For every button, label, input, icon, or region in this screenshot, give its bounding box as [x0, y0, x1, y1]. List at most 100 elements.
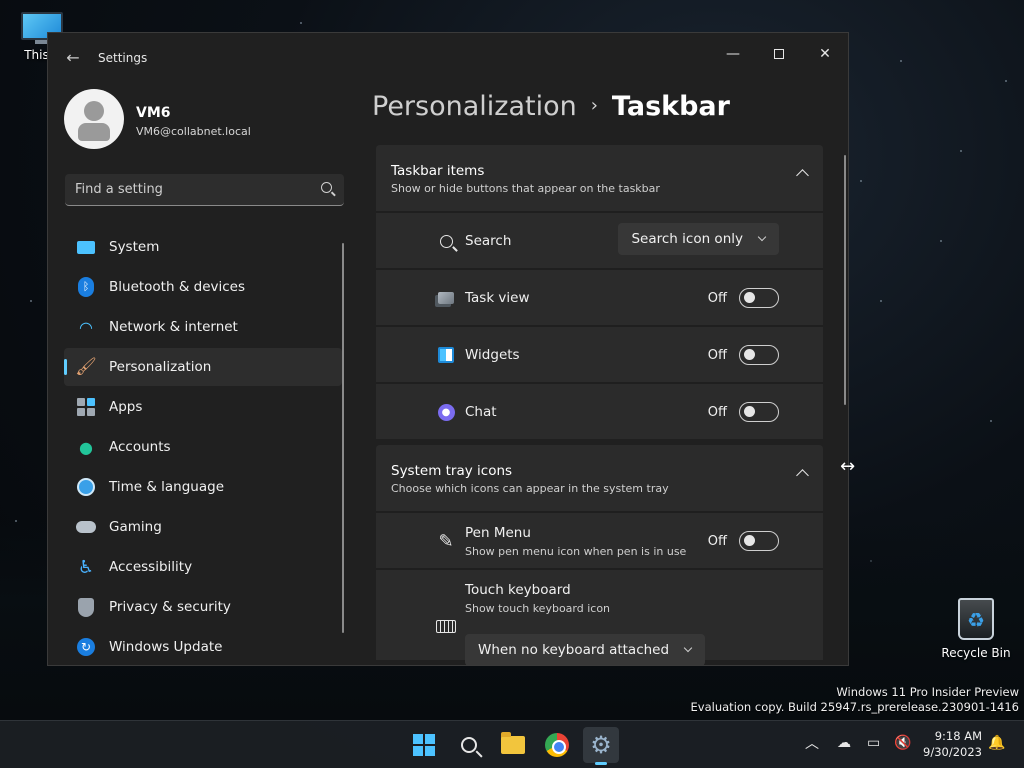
task-view-row: Task view Off [376, 268, 823, 325]
sidebar-item-label: Gaming [109, 519, 162, 535]
chat-state: Off [707, 405, 727, 420]
clock-date: 9/30/2023 [923, 745, 982, 759]
chrome-button[interactable] [539, 727, 575, 763]
maximize-button[interactable] [756, 39, 802, 69]
sidebar-item-bluetooth[interactable]: ᛒ Bluetooth & devices [64, 268, 342, 306]
search-row: Search Search icon only [376, 211, 823, 268]
taskbar-items-header[interactable]: Taskbar items Show or hide buttons that … [376, 145, 823, 211]
chevron-up-icon[interactable] [796, 169, 809, 182]
clock-time: 9:18 AM [934, 729, 982, 743]
show-hidden-icons-button[interactable]: ︿ [805, 733, 819, 753]
window-title: Settings [98, 51, 148, 65]
breadcrumb-parent[interactable]: Personalization [372, 91, 577, 122]
close-button[interactable]: ✕ [802, 39, 848, 69]
settings-taskbar-button[interactable]: ⚙ [583, 727, 619, 765]
title-bar[interactable]: ← Settings — ✕ [48, 33, 848, 81]
globe-clock-icon [76, 477, 96, 497]
system-tray-header[interactable]: System tray icons Choose which icons can… [376, 445, 823, 511]
widgets-toggle[interactable] [739, 345, 779, 365]
touch-keyboard-value: When no keyboard attached [478, 642, 670, 658]
back-button[interactable]: ← [62, 47, 84, 69]
task-view-toggle[interactable] [739, 288, 779, 308]
file-explorer-button[interactable] [495, 727, 531, 763]
gear-icon: ⚙ [590, 731, 612, 759]
search-icon [321, 182, 332, 193]
volume-muted-icon[interactable]: 🔇 [894, 735, 911, 751]
pen-menu-toggle[interactable] [739, 531, 779, 551]
system-tray-section: System tray icons Choose which icons can… [376, 445, 823, 665]
sidebar-item-label: Accessibility [109, 559, 193, 575]
search-mode-value: Search icon only [631, 231, 743, 247]
section-title: Taskbar items [391, 163, 485, 179]
sidebar-item-label: Privacy & security [109, 599, 231, 615]
widgets-row: Widgets Off [376, 325, 823, 382]
task-view-icon [436, 288, 456, 308]
sidebar-item-accounts[interactable]: ● Accounts [64, 428, 342, 466]
chat-label: Chat [465, 404, 497, 420]
sidebar-item-label: Personalization [109, 359, 212, 375]
start-button[interactable] [406, 727, 442, 763]
section-subtitle: Show or hide buttons that appear on the … [391, 182, 660, 195]
breadcrumb-separator: › [590, 95, 598, 116]
chat-toggle[interactable] [739, 402, 779, 422]
section-subtitle: Choose which icons can appear in the sys… [391, 482, 669, 495]
pen-menu-state: Off [707, 534, 727, 549]
back-arrow-icon: ← [66, 48, 80, 67]
watermark-edition: Windows 11 Pro Insider Preview [836, 685, 1019, 699]
chevron-up-icon[interactable] [796, 469, 809, 482]
user-email: VM6@collabnet.local [136, 125, 251, 138]
recycle-bin-icon [958, 598, 994, 640]
settings-window: ← Settings — ✕ VM6 VM6@collabnet.local S… [47, 32, 849, 666]
widgets-icon [436, 345, 456, 365]
avatar [64, 89, 124, 149]
maximize-icon [774, 49, 784, 59]
sidebar-item-personalization[interactable]: 🖌 Personalization [64, 348, 342, 386]
search-icon [461, 737, 477, 753]
sidebar-item-time-language[interactable]: Time & language [64, 468, 342, 506]
widgets-label: Widgets [465, 347, 520, 363]
find-setting-box[interactable] [65, 174, 344, 206]
person-icon: ● [79, 437, 93, 457]
sidebar-item-privacy[interactable]: Privacy & security [64, 588, 342, 626]
page-title: Taskbar [611, 91, 730, 122]
chrome-icon [545, 733, 569, 757]
touch-keyboard-description: Show touch keyboard icon [465, 602, 611, 615]
onedrive-icon[interactable]: ☁ [837, 735, 851, 751]
shield-icon [76, 597, 96, 617]
brush-icon: 🖌 [75, 357, 97, 377]
chevron-down-icon [757, 232, 767, 242]
breadcrumb: Personalization › Taskbar [372, 91, 730, 122]
sidebar-scrollbar[interactable] [342, 243, 344, 633]
sidebar-item-system[interactable]: System [64, 228, 342, 266]
section-title: System tray icons [391, 463, 513, 479]
sidebar-item-network[interactable]: ◠ Network & internet [64, 308, 342, 346]
sidebar-item-label: Windows Update [109, 639, 223, 655]
sidebar-item-label: Time & language [109, 479, 225, 495]
desktop-recycle-bin[interactable]: Recycle Bin [938, 598, 1014, 660]
search-mode-dropdown[interactable]: Search icon only [618, 223, 779, 255]
touch-keyboard-dropdown[interactable]: When no keyboard attached [465, 634, 706, 665]
network-icon[interactable]: ▭ [867, 735, 880, 751]
minimize-button[interactable]: — [710, 39, 756, 69]
bluetooth-icon: ᛒ [76, 277, 96, 297]
notification-bell-icon[interactable]: 🔔 [988, 735, 1005, 751]
sidebar-item-gaming[interactable]: Gaming [64, 508, 342, 546]
chat-row: ● Chat Off [376, 382, 823, 439]
update-icon: ↻ [76, 637, 96, 657]
sidebar-item-apps[interactable]: Apps [64, 388, 342, 426]
find-setting-input[interactable] [65, 174, 305, 204]
pen-menu-label: Pen Menu [465, 525, 531, 541]
content-scrollbar[interactable] [844, 155, 846, 405]
taskbar-search-button[interactable] [451, 727, 487, 763]
sidebar-item-label: Apps [109, 399, 143, 415]
chat-icon: ● [436, 402, 456, 422]
clock[interactable]: 9:18 AM 9/30/2023 [920, 728, 982, 760]
sidebar-item-label: Accounts [109, 439, 171, 455]
sidebar-item-accessibility[interactable]: ♿ Accessibility [64, 548, 342, 586]
sidebar-item-windows-update[interactable]: ↻ Windows Update [64, 628, 342, 665]
taskbar: ⚙ ︿ ☁ ▭ 🔇 9:18 AM 9/30/2023 🔔 [0, 720, 1024, 768]
task-view-label: Task view [465, 290, 530, 306]
taskbar-items-section: Taskbar items Show or hide buttons that … [376, 145, 823, 439]
sidebar-item-label: Bluetooth & devices [109, 279, 246, 295]
pen-menu-row: ✎ Pen Menu Show pen menu icon when pen i… [376, 511, 823, 568]
